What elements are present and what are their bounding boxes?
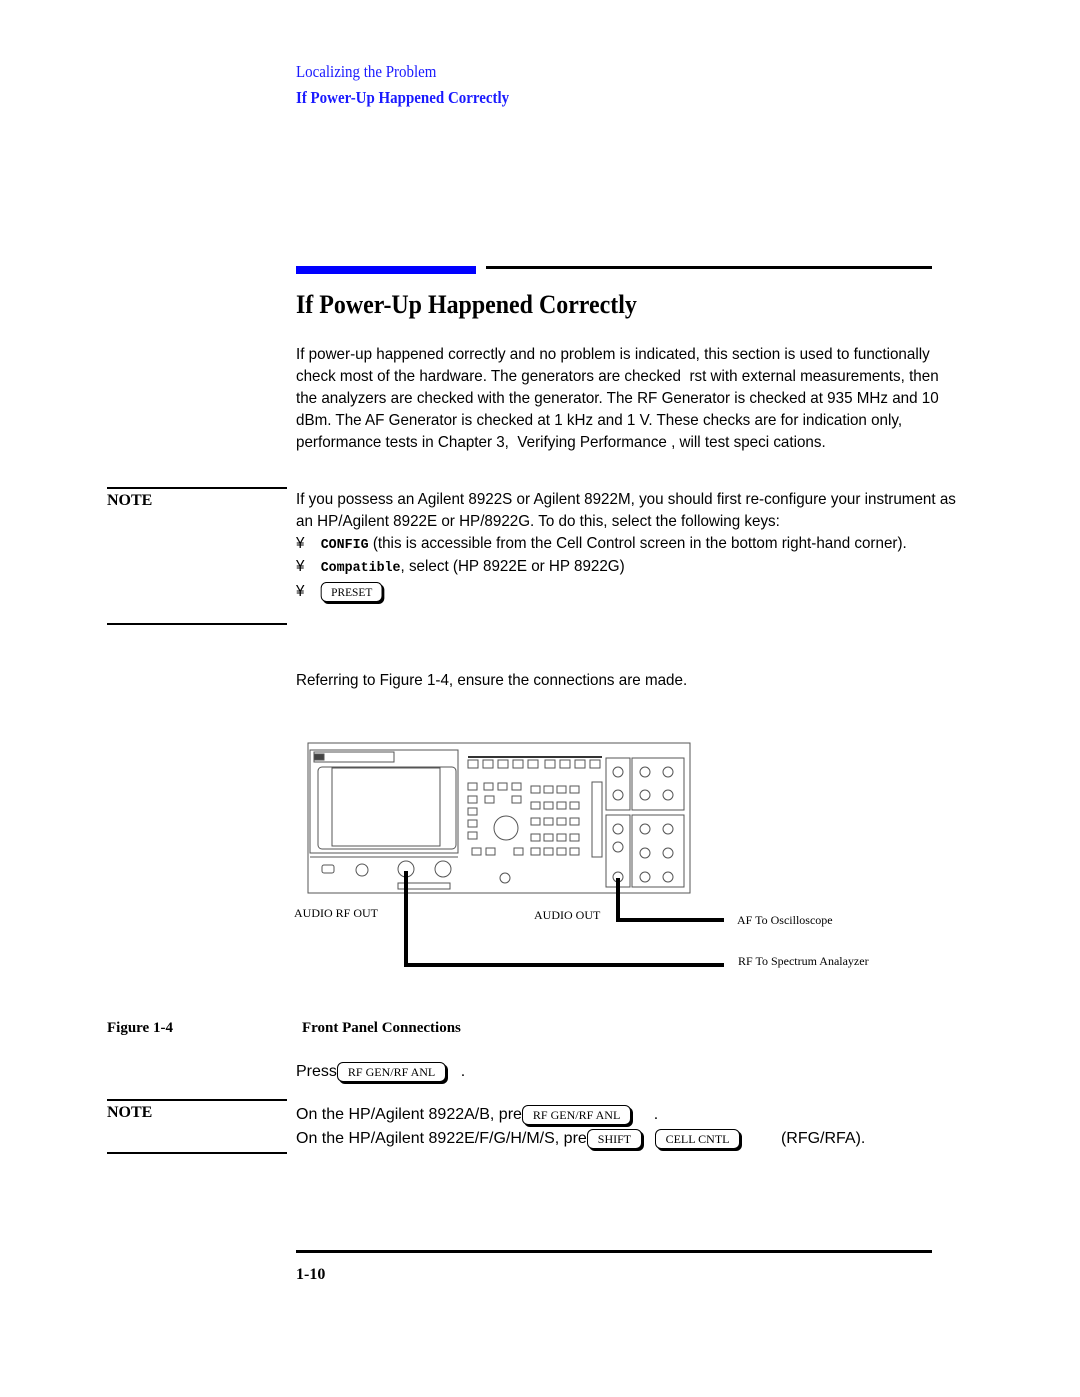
bullet-text: (this is accessible from the Cell Contro… bbox=[368, 535, 907, 552]
note2-line2-text: On the HP/Agilent 8922E/F/G/H/M/S, pre bbox=[296, 1130, 587, 1147]
press-instruction: Press RF GEN/RF ANL . bbox=[296, 1062, 465, 1082]
label-audio-rf-out: AUDIO RF OUT bbox=[294, 906, 378, 920]
note-rule-top bbox=[107, 487, 287, 489]
note-intro-text: If you possess an Agilent 8922S or Agile… bbox=[296, 491, 956, 530]
section-accent-bar bbox=[296, 266, 476, 274]
running-header-chapter: Localizing the Problem bbox=[296, 62, 437, 81]
knob bbox=[493, 815, 519, 841]
page-number: 1-10 bbox=[296, 1266, 326, 1283]
note2-body: On the HP/Agilent 8922A/B, pre RF GEN/RF … bbox=[296, 1103, 865, 1151]
note2-label: NOTE bbox=[107, 1104, 153, 1121]
label-rf-to-spectrum-analyzer: RF To Spectrum Analayzer bbox=[738, 954, 869, 968]
softkey-compatible: Compatible bbox=[320, 560, 401, 576]
rf-gen-rf-anl-key: RF GEN/RF ANL bbox=[336, 1062, 447, 1082]
af-cable bbox=[616, 878, 724, 922]
figure-number: Figure 1-4 bbox=[107, 1020, 173, 1036]
note2-rule-top bbox=[107, 1099, 287, 1101]
hp-logo-icon bbox=[313, 753, 325, 761]
intro-paragraph: If power-up happened correctly and no pr… bbox=[296, 346, 939, 451]
brand-plate bbox=[313, 751, 395, 763]
footer-rule bbox=[296, 1250, 932, 1253]
left-key-column bbox=[467, 782, 524, 856]
note-bullet-compatible: ¥ Compatible, select (HP 8922E or HP 892… bbox=[296, 556, 961, 579]
bullet-text: , select (HP 8922E or HP 8922G) bbox=[400, 558, 625, 575]
figure-title: Front Panel Connections bbox=[302, 1020, 461, 1036]
rf-gen-rf-anl-key: RF GEN/RF ANL bbox=[521, 1104, 632, 1125]
display-screen bbox=[331, 767, 441, 847]
note2-line1-suffix: . bbox=[653, 1106, 659, 1123]
top-key-row bbox=[467, 759, 601, 769]
note-rule-bottom bbox=[107, 623, 287, 625]
numeric-keypad bbox=[530, 785, 580, 856]
rf-in-connector bbox=[355, 863, 369, 877]
softkey-config: CONFIG bbox=[320, 537, 369, 553]
cell-cntl-key: CELL CNTL bbox=[654, 1128, 741, 1149]
bullet-glyph: ¥ bbox=[296, 583, 305, 600]
running-header-topic: If Power-Up Happened Correctly bbox=[296, 88, 510, 107]
shift-key: SHIFT bbox=[586, 1128, 643, 1149]
press-suffix: . bbox=[460, 1063, 466, 1081]
preset-key: PRESET bbox=[320, 581, 383, 602]
connector-panel-1 bbox=[605, 757, 631, 811]
note2-rule-bottom bbox=[107, 1152, 287, 1154]
power-switch bbox=[321, 864, 335, 874]
aux-connector bbox=[434, 860, 452, 878]
section-rule bbox=[486, 266, 932, 269]
label-audio-out: AUDIO OUT bbox=[534, 908, 601, 922]
display-frame bbox=[317, 766, 457, 850]
small-knob bbox=[499, 872, 511, 884]
front-panel-diagram: AUDIO RF OUT AUDIO OUT AF To Oscilloscop… bbox=[294, 740, 920, 980]
connector-panel-3 bbox=[605, 814, 631, 888]
section-title: If Power-Up Happened Correctly bbox=[296, 290, 637, 319]
note-label: NOTE bbox=[107, 492, 153, 509]
note2-line1-text: On the HP/Agilent 8922A/B, pre bbox=[296, 1106, 522, 1123]
note2-line-8922ab: On the HP/Agilent 8922A/B, pre RF GEN/RF … bbox=[296, 1103, 865, 1127]
press-prefix: Press bbox=[296, 1063, 337, 1081]
slot bbox=[591, 781, 603, 858]
note2-line-8922efghms: On the HP/Agilent 8922E/F/G/H/M/S, pre SH… bbox=[296, 1127, 865, 1151]
note2-line2-suffix: (RFG/RFA). bbox=[780, 1130, 866, 1147]
note-bullet-preset: ¥ PRESET bbox=[296, 581, 961, 603]
connector-panel-2 bbox=[631, 757, 685, 811]
referring-paragraph: Referring to Figure 1-4, ensure the conn… bbox=[296, 672, 688, 689]
label-af-to-oscilloscope: AF To Oscilloscope bbox=[737, 913, 833, 927]
front-panel-illustration bbox=[307, 742, 724, 967]
bullet-glyph: ¥ bbox=[296, 535, 305, 552]
note-bullet-config: ¥ CONFIG (this is accessible from the Ce… bbox=[296, 533, 961, 556]
bnc-connectors bbox=[612, 766, 674, 883]
bullet-glyph: ¥ bbox=[296, 558, 305, 575]
note-body: If you possess an Agilent 8922S or Agile… bbox=[296, 489, 961, 603]
